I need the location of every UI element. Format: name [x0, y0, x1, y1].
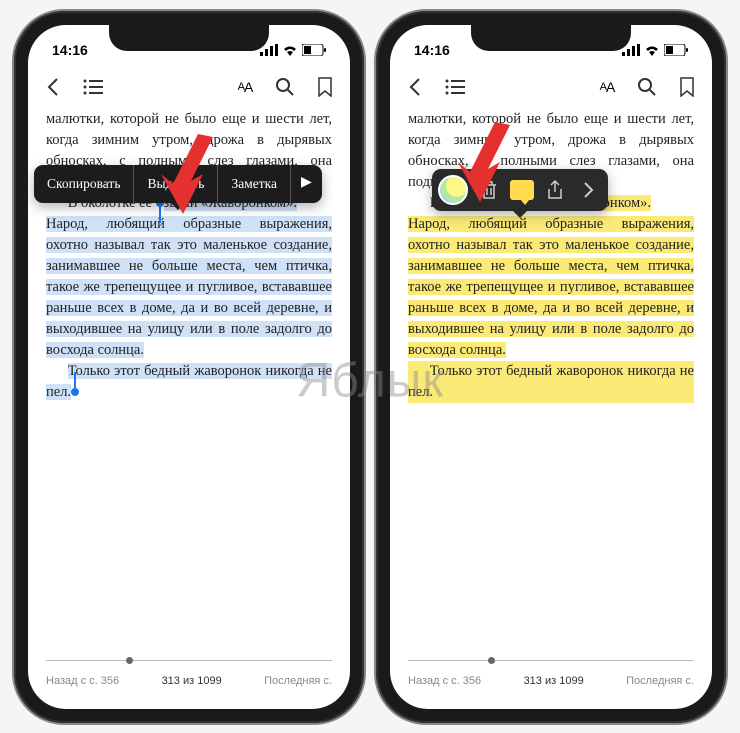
toc-icon[interactable] [444, 76, 466, 98]
next-arrow-icon[interactable] [576, 177, 602, 203]
copy-button[interactable]: Скопировать [34, 165, 134, 203]
nav-last-label[interactable]: Последняя с. [626, 675, 694, 687]
font-size-icon[interactable]: AA [234, 76, 256, 98]
back-icon[interactable] [42, 76, 64, 98]
bookmark-icon[interactable] [314, 76, 336, 98]
selection-handle-end[interactable] [71, 388, 79, 396]
note-button[interactable]: Заметка [218, 165, 291, 203]
selected-text[interactable]: Только этот бедный жаворонок никогда не … [46, 361, 332, 403]
add-note-icon[interactable] [510, 180, 534, 200]
delete-highlight-icon[interactable] [476, 177, 502, 203]
highlight-popover [432, 169, 608, 211]
status-time: 14:16 [52, 42, 88, 58]
toc-icon[interactable] [82, 76, 104, 98]
page-slider[interactable] [46, 660, 332, 661]
highlight-color-picker[interactable] [438, 175, 468, 205]
phone-right: 14:16 AA малютки, которой не было еще и … [376, 11, 726, 723]
back-icon[interactable] [404, 76, 426, 98]
reader-content: малютки, которой не было еще и шести лет… [28, 109, 350, 403]
highlight-button[interactable]: Выделить [134, 165, 218, 203]
nav-back-label[interactable]: Назад с с. 356 [46, 675, 119, 687]
nav-back-label[interactable]: Назад с с. 356 [408, 675, 481, 687]
selected-text[interactable]: Народ, любящий образные выражения, охотн… [46, 216, 332, 358]
phone-left: 14:16 AA малютки, которой не было еще и … [14, 11, 364, 723]
status-indicators [622, 44, 688, 56]
page-navigation: Назад с с. 356 313 из 1099 Последняя с. [408, 660, 694, 687]
search-icon[interactable] [274, 76, 296, 98]
notch [109, 25, 269, 51]
highlighted-text[interactable]: Народ, любящий образные выражения, охотн… [408, 216, 694, 358]
status-indicators [260, 44, 326, 56]
page-slider[interactable] [408, 660, 694, 661]
battery-icon [302, 44, 326, 56]
nav-last-label[interactable]: Последняя с. [264, 675, 332, 687]
battery-icon [664, 44, 688, 56]
screen-right: 14:16 AA малютки, которой не было еще и … [390, 25, 712, 709]
reader-toolbar: AA [390, 65, 712, 109]
status-time: 14:16 [414, 42, 450, 58]
highlighted-text[interactable]: Только этот бедный жаворонок никогда не … [408, 361, 694, 403]
page-navigation: Назад с с. 356 313 из 1099 Последняя с. [46, 660, 332, 687]
wifi-icon [644, 44, 660, 56]
reader-content: малютки, которой не было еще и шести лет… [390, 109, 712, 403]
text-selection-popover: Скопировать Выделить Заметка ▶ [34, 165, 322, 203]
bookmark-icon[interactable] [676, 76, 698, 98]
slider-thumb[interactable] [488, 657, 495, 664]
more-arrow-icon[interactable]: ▶ [291, 165, 322, 203]
reader-toolbar: AA [28, 65, 350, 109]
notch [471, 25, 631, 51]
nav-page-label: 313 из 1099 [524, 675, 584, 687]
share-icon[interactable] [542, 177, 568, 203]
nav-page-label: 313 из 1099 [162, 675, 222, 687]
font-size-icon[interactable]: AA [596, 76, 618, 98]
screen-left: 14:16 AA малютки, которой не было еще и … [28, 25, 350, 709]
wifi-icon [282, 44, 298, 56]
search-icon[interactable] [636, 76, 658, 98]
slider-thumb[interactable] [126, 657, 133, 664]
